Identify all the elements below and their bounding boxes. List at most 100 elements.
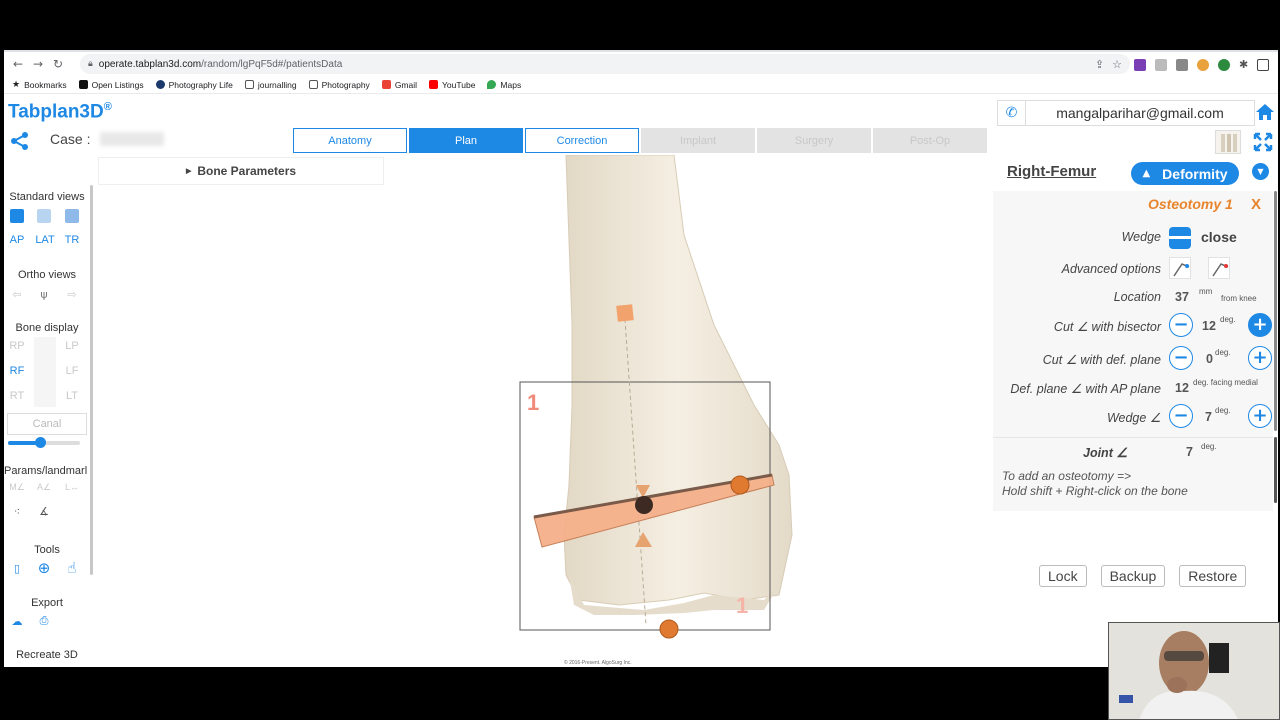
bookmark-item[interactable]: Gmail xyxy=(381,80,417,90)
user-email[interactable]: mangalparihar@gmail.com xyxy=(1026,105,1254,121)
extension-icon[interactable] xyxy=(1218,58,1230,71)
view-3d-blue-icon[interactable] xyxy=(7,206,27,226)
bookmark-item[interactable]: Photography Life xyxy=(155,80,233,90)
share-icon[interactable] xyxy=(10,131,30,151)
tab-implant[interactable]: Implant xyxy=(641,128,755,153)
tools-title: Tools xyxy=(34,544,60,556)
bookmark-item[interactable]: Photography xyxy=(308,80,370,90)
shaft-marker[interactable] xyxy=(616,304,634,322)
ortho-left-icon[interactable]: ⇦ xyxy=(7,284,27,304)
view-lat-button[interactable]: LAT xyxy=(34,230,56,250)
triangle-up-icon: ▲ xyxy=(1142,168,1151,179)
bone-rf-button[interactable]: RF xyxy=(7,361,27,381)
opacity-slider-handle[interactable] xyxy=(35,437,47,448)
view-globe-icon[interactable]: ⊕ xyxy=(34,558,54,578)
param-m-angle-button[interactable]: M∠ xyxy=(7,477,27,497)
reload-icon[interactable]: ↻ xyxy=(48,57,68,71)
joint-handle[interactable] xyxy=(659,619,679,639)
bone-lt-button[interactable]: LT xyxy=(62,386,82,406)
extension-icon[interactable] xyxy=(1176,58,1188,71)
bone-lp-button[interactable]: LP xyxy=(62,336,82,356)
cut-defplane-value[interactable]: 0 xyxy=(1206,352,1213,366)
panel-scrollbar[interactable] xyxy=(1274,191,1277,431)
ortho-center-icon[interactable]: ψ xyxy=(34,284,54,304)
back-icon[interactable]: ← xyxy=(8,57,28,71)
deformity-button[interactable]: ▲ Deformity xyxy=(1131,162,1239,185)
hinge-handle[interactable] xyxy=(635,496,653,514)
tab-correction[interactable]: Correction xyxy=(525,128,639,153)
defplane-ap-value[interactable]: 12 xyxy=(1175,381,1189,395)
restore-button[interactable]: Restore xyxy=(1179,565,1247,587)
cut-defplane-decrease-button[interactable]: − xyxy=(1169,346,1193,370)
puzzle-icon[interactable]: ✱ xyxy=(1239,58,1248,71)
wedge-angle-value[interactable]: 7 xyxy=(1205,410,1212,424)
bone-parameters-toggle[interactable]: ▶ Bone Parameters xyxy=(98,157,384,185)
hand-tool-icon[interactable]: ☝ xyxy=(62,558,82,578)
panel-scrollbar-lower[interactable] xyxy=(1274,437,1277,503)
param-length-button[interactable]: L↔ xyxy=(62,477,82,497)
home-icon[interactable] xyxy=(1255,102,1275,127)
tab-post-op[interactable]: Post-Op xyxy=(873,128,987,153)
param-a-angle-button[interactable]: A∠ xyxy=(34,477,54,497)
recreate-3d-title[interactable]: Recreate 3D xyxy=(4,649,90,661)
star-icon[interactable]: ☆ xyxy=(1112,58,1122,71)
cut-bisector-value[interactable]: 12 xyxy=(1202,319,1216,333)
left-sidebar: Standard views AP LAT TR Ortho views ⇦ ψ… xyxy=(4,185,90,667)
onenote-icon[interactable] xyxy=(1134,58,1146,71)
chevron-down-icon[interactable]: ▼ xyxy=(1252,163,1269,180)
cloud-download-icon[interactable]: ☁ xyxy=(7,611,27,631)
bone-model-icon[interactable] xyxy=(1215,130,1241,154)
canal-button[interactable]: Canal xyxy=(7,413,87,435)
forward-icon[interactable]: → xyxy=(28,57,48,71)
view-ap-button[interactable]: AP xyxy=(7,230,27,250)
bookmark-item[interactable]: Open Listings xyxy=(78,80,144,90)
extension-icon[interactable] xyxy=(1155,58,1167,71)
close-osteotomy-button[interactable]: X xyxy=(1251,196,1261,213)
tab-anatomy[interactable]: Anatomy xyxy=(293,128,407,153)
3d-viewport[interactable]: 1 1 xyxy=(384,154,984,665)
view-3d-light-icon[interactable] xyxy=(34,206,54,226)
tab-surgery[interactable]: Surgery xyxy=(757,128,871,153)
cut-bisector-increase-button[interactable]: + xyxy=(1248,313,1272,337)
wedge-angle-increase-button[interactable]: + xyxy=(1248,404,1272,428)
address-bar[interactable]: 🔒︎ operate.tabplan3d.com/random/lgPqF5d#… xyxy=(80,54,1130,74)
landmark-points-icon[interactable]: ⁖ xyxy=(7,501,27,521)
sidepanel-icon[interactable] xyxy=(1257,58,1270,71)
print-icon[interactable]: ⎙ xyxy=(34,611,54,631)
bookmark-item[interactable]: journalling xyxy=(244,80,297,90)
bookmark-item[interactable]: YouTube xyxy=(429,80,475,90)
joint-angle-value: 7 xyxy=(1186,445,1193,459)
bone-side-title[interactable]: Right-Femur xyxy=(1007,163,1096,180)
femur-model[interactable]: 1 1 xyxy=(384,154,984,665)
sidebar-scrollbar[interactable] xyxy=(90,185,93,575)
bone-lf-button[interactable]: LF xyxy=(62,361,82,381)
tab-plan[interactable]: Plan xyxy=(409,128,523,153)
lock-button[interactable]: Lock xyxy=(1039,565,1087,587)
cut-bisector-decrease-button[interactable]: − xyxy=(1169,313,1193,337)
backup-button[interactable]: Backup xyxy=(1100,565,1166,587)
wedge-type-value: close xyxy=(1201,229,1237,245)
view-tr-button[interactable]: TR xyxy=(62,230,82,250)
bookmark-item[interactable]: Maps xyxy=(487,80,521,90)
advanced-cut-icon[interactable] xyxy=(1208,257,1230,279)
bone-rp-button[interactable]: RP xyxy=(7,336,27,356)
location-value[interactable]: 37 xyxy=(1175,290,1189,304)
hint-line-2: Hold shift + Right-click on the bone xyxy=(1002,484,1188,498)
ortho-right-icon[interactable]: ⇨ xyxy=(62,284,82,304)
folder-icon xyxy=(244,80,254,89)
wedge-type-icon[interactable] xyxy=(1169,227,1191,249)
phone-icon[interactable]: ✆ xyxy=(998,101,1026,125)
cut-end-handle[interactable] xyxy=(730,475,750,495)
ruler-icon[interactable]: ▯ xyxy=(7,558,27,578)
landmark-angle-icon[interactable]: ∡ xyxy=(34,501,54,521)
extension-icon[interactable] xyxy=(1197,58,1209,71)
bookmark-item[interactable]: ★ Bookmarks xyxy=(12,80,67,90)
fit-view-icon[interactable] xyxy=(1251,130,1275,154)
cut-defplane-increase-button[interactable]: + xyxy=(1248,346,1272,370)
advanced-hinge-icon[interactable] xyxy=(1169,257,1191,279)
defplane-ap-label: Def. plane ∠ with AP plane xyxy=(1010,382,1161,396)
view-3d-top-icon[interactable] xyxy=(62,206,82,226)
wedge-angle-decrease-button[interactable]: − xyxy=(1169,404,1193,428)
bone-rt-button[interactable]: RT xyxy=(7,386,27,406)
share-page-icon[interactable]: ⇪ xyxy=(1095,58,1104,71)
